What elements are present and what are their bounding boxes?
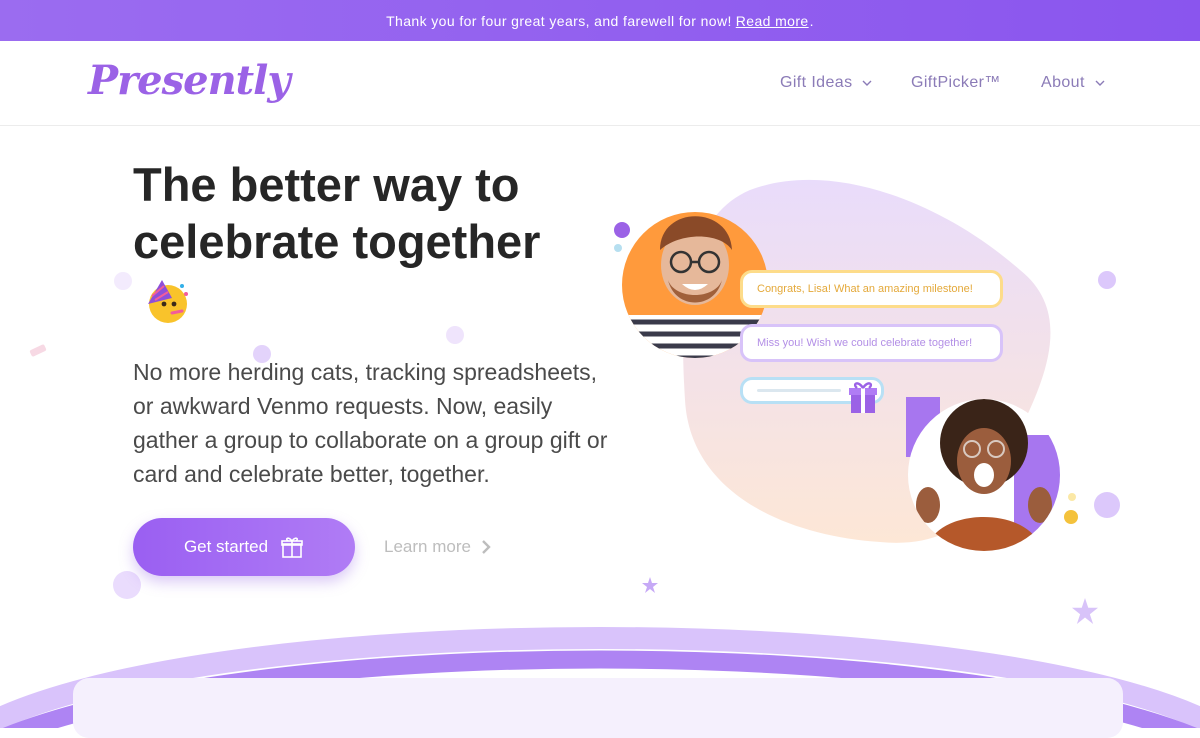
gift-icon bbox=[281, 537, 303, 558]
announcement-banner: Thank you for four great years, and fare… bbox=[0, 0, 1200, 41]
nav-about-label: About bbox=[1041, 74, 1085, 91]
woman-avatar bbox=[906, 397, 1060, 551]
party-face-icon bbox=[148, 280, 188, 323]
presently-logo[interactable]: Presently bbox=[88, 57, 291, 104]
chevron-down-icon bbox=[1095, 80, 1105, 86]
chevron-down-icon bbox=[862, 80, 872, 86]
banner-read-more-link[interactable]: Read more bbox=[736, 13, 809, 29]
chevron-right-icon bbox=[482, 540, 491, 554]
nav-gift-ideas-label: Gift Ideas bbox=[780, 74, 853, 91]
get-started-button[interactable]: Get started bbox=[133, 518, 355, 576]
learn-more-link[interactable]: Learn more bbox=[384, 537, 491, 557]
get-started-label: Get started bbox=[183, 537, 269, 556]
nav-about[interactable]: About bbox=[1041, 74, 1105, 92]
nav-gift-ideas[interactable]: Gift Ideas bbox=[780, 74, 872, 92]
chat-input-placeholder-line bbox=[757, 389, 841, 392]
banner-text: Thank you for four great years, and fare… bbox=[386, 12, 732, 29]
section-card-top bbox=[73, 678, 1123, 738]
nav-giftpicker-label: GiftPicker™ bbox=[911, 74, 1001, 91]
confetti-dot bbox=[446, 326, 464, 344]
chat-bubble-congrats: Congrats, Lisa! What an amazing mileston… bbox=[740, 270, 1003, 308]
hero-title: The better way to celebrate together bbox=[133, 158, 541, 268]
confetti-dot bbox=[114, 272, 132, 290]
nav-giftpicker[interactable]: GiftPicker™ bbox=[911, 74, 1001, 92]
hero-description: No more herding cats, tracking spreadshe… bbox=[133, 359, 608, 487]
chat-bubble-miss-you: Miss you! Wish we could celebrate togeth… bbox=[740, 324, 1003, 362]
banner-suffix: . bbox=[809, 12, 814, 29]
confetti-strip bbox=[29, 343, 47, 358]
hero-illustration: Congrats, Lisa! What an amazing mileston… bbox=[600, 170, 1130, 570]
learn-more-label: Learn more bbox=[384, 537, 471, 556]
top-navbar: Presently Gift Ideas GiftPicker™ About bbox=[0, 41, 1200, 126]
gift-icon bbox=[849, 382, 877, 413]
